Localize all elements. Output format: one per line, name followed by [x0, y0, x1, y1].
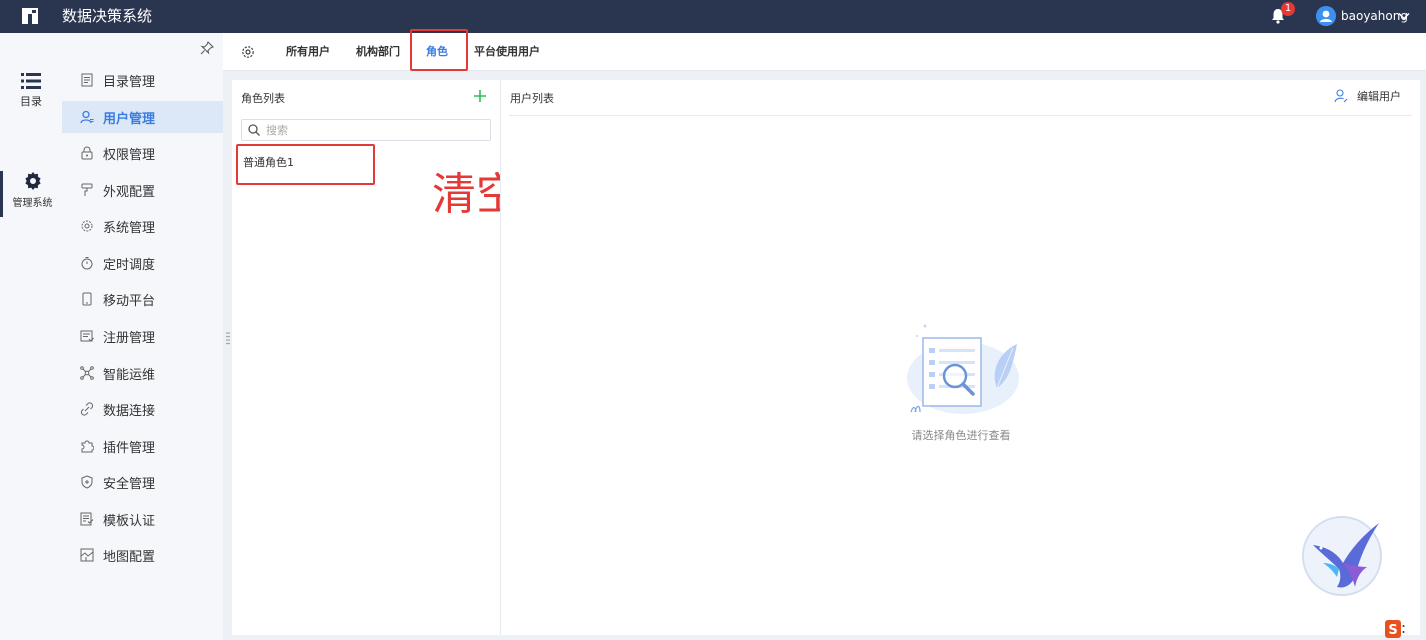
document-icon — [81, 73, 93, 87]
app-title: 数据决策系统 — [62, 7, 153, 25]
shield-icon — [81, 475, 93, 489]
menu-item-label: 用户管理 — [103, 111, 156, 127]
menu-item-appearance-config[interactable]: 外观配置 — [62, 174, 223, 206]
mobile-icon — [82, 292, 92, 306]
menu-item-data-connection[interactable]: 数据连接 — [62, 393, 223, 425]
annotation-box-role-item — [236, 144, 375, 185]
menu-item-map-config[interactable]: 地图配置 — [62, 539, 223, 571]
user-icon — [80, 110, 94, 124]
tab-platform-users[interactable]: 平台使用用户 — [474, 44, 540, 60]
menu-item-template-certification[interactable]: 模板认证 — [62, 503, 223, 535]
annotation-box-roles-tab — [410, 29, 468, 71]
icon-rail: 目录 管理系统 — [0, 33, 62, 640]
edit-user-icon — [1334, 89, 1348, 103]
map-icon — [80, 548, 94, 562]
search-box — [241, 119, 491, 141]
menu-item-label: 外观配置 — [103, 184, 156, 200]
menu-item-label: 地图配置 — [103, 549, 156, 565]
menu-item-label: 注册管理 — [103, 330, 156, 346]
menu-item-directory-management[interactable]: 目录管理 — [62, 64, 223, 96]
menu-item-label: 目录管理 — [103, 74, 156, 90]
pin-icon[interactable] — [200, 41, 214, 55]
menu-item-label: 智能运维 — [103, 367, 156, 383]
avatar[interactable] — [1316, 6, 1336, 26]
menu-item-label: 定时调度 — [103, 257, 156, 273]
gear-icon — [24, 172, 41, 190]
rail-item-management[interactable]: 管理系统 — [0, 171, 62, 217]
menu-item-label: 系统管理 — [103, 220, 156, 236]
empty-state-illustration — [907, 324, 1019, 414]
menu-item-permission-management[interactable]: 权限管理 — [62, 137, 223, 169]
user-list-panel: 用户列表 编辑用户 请选择角色进行查看 — [500, 80, 1420, 635]
link-icon — [80, 402, 94, 416]
menu-item-registration-management[interactable]: 注册管理 — [62, 320, 223, 352]
assistant-bird-icon[interactable] — [1301, 515, 1383, 597]
svg-text:S: S — [1388, 623, 1397, 638]
menu-item-label: 移动平台 — [103, 293, 156, 309]
menu-item-label: 权限管理 — [103, 147, 156, 163]
puzzle-icon — [81, 440, 94, 453]
menu-item-scheduled-tasks[interactable]: 定时调度 — [62, 247, 223, 279]
resize-handle[interactable] — [226, 332, 230, 346]
edit-user-button[interactable]: 编辑用户 — [1334, 88, 1401, 104]
lock-icon — [81, 146, 93, 160]
settings-icon[interactable] — [241, 45, 255, 59]
menu-item-security-management[interactable]: 安全管理 — [62, 466, 223, 498]
search-input[interactable] — [266, 120, 486, 140]
menu-item-label: 安全管理 — [103, 476, 156, 492]
rail-item-directory[interactable]: 目录 — [0, 73, 62, 109]
menu-item-system-management[interactable]: 系统管理 — [62, 210, 223, 242]
ime-icon[interactable]: S — [1385, 620, 1405, 638]
menu-item-label: 插件管理 — [103, 440, 156, 456]
menu-item-user-management[interactable]: 用户管理 — [62, 101, 223, 133]
app-logo-icon[interactable] — [20, 6, 40, 26]
menu-item-plugin-management[interactable]: 插件管理 — [62, 430, 223, 462]
registration-icon — [80, 330, 94, 342]
notification-badge: 1 — [1281, 2, 1295, 16]
tab-all-users[interactable]: 所有用户 — [286, 44, 330, 60]
edit-user-label: 编辑用户 — [1357, 90, 1401, 103]
chevron-down-icon[interactable] — [1398, 10, 1410, 22]
settings-icon — [81, 220, 93, 232]
search-icon — [248, 124, 260, 136]
menu-item-mobile-platform[interactable]: 移动平台 — [62, 283, 223, 315]
top-bar: 数据决策系统 1 baoyahong — [0, 0, 1426, 33]
network-icon — [80, 366, 94, 380]
rail-item-label: 管理系统 — [12, 198, 53, 209]
rail-item-label: 目录 — [20, 95, 42, 108]
menu-item-label: 数据连接 — [103, 403, 156, 419]
paint-roller-icon — [81, 183, 93, 196]
list-icon — [21, 73, 41, 89]
certificate-icon — [80, 512, 94, 526]
role-list-title: 角色列表 — [241, 92, 285, 105]
sub-menu: 目录管理 用户管理 权限管理 外观配置 系统管理 定时调度 移动平台 注册管理 … — [62, 33, 223, 640]
tab-departments[interactable]: 机构部门 — [356, 44, 400, 60]
tab-bar: 所有用户 机构部门 角色 平台使用用户 — [223, 33, 1426, 71]
menu-item-label: 模板认证 — [103, 513, 156, 529]
add-icon[interactable] — [474, 90, 486, 102]
stopwatch-icon — [81, 257, 93, 270]
empty-state-text: 请选择角色进行查看 — [911, 429, 1011, 442]
user-list-title: 用户列表 — [510, 92, 554, 105]
divider — [509, 115, 1412, 116]
menu-item-intelligent-ops[interactable]: 智能运维 — [62, 357, 223, 389]
